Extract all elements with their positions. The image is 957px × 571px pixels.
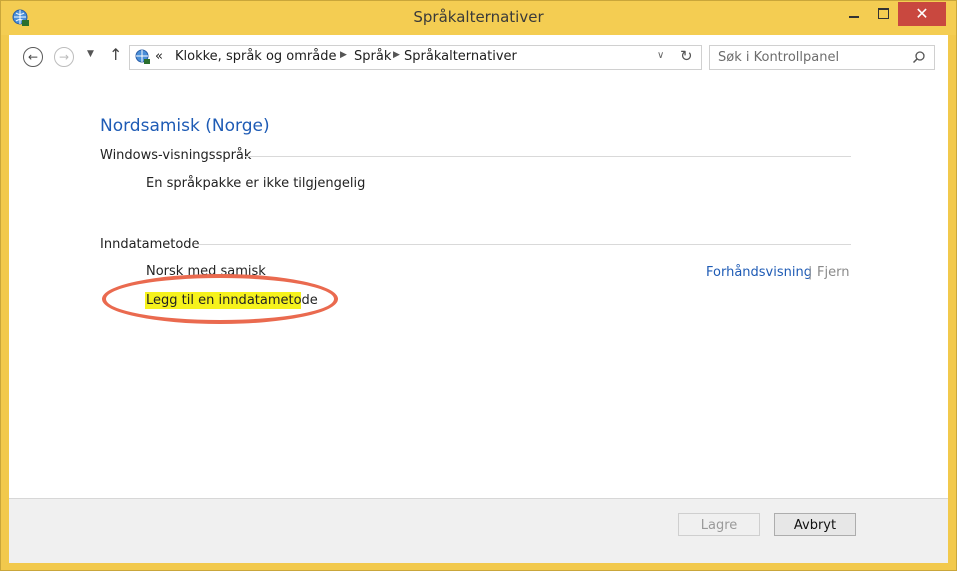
recent-locations-dropdown[interactable]: ▼ xyxy=(87,49,94,59)
footer-bar: Lagre Avbryt xyxy=(9,498,948,563)
search-icon[interactable] xyxy=(912,50,926,64)
display-language-section-label: Windows-visningsspråk xyxy=(100,148,252,163)
annotation-ellipse xyxy=(102,274,338,324)
back-button[interactable]: ← xyxy=(23,47,43,67)
address-bar[interactable]: « Klokke, språk og område ▶ Språk ▶ Språ… xyxy=(129,45,702,70)
preview-link[interactable]: Forhåndsvisning xyxy=(706,265,812,280)
breadcrumb-clock-language-region[interactable]: Klokke, språk og område xyxy=(175,49,336,64)
refresh-icon[interactable]: ↻ xyxy=(680,47,693,65)
address-dropdown-icon[interactable]: ∨ xyxy=(657,50,664,61)
maximize-button[interactable] xyxy=(869,2,897,26)
navigation-bar: ← → ▼ ↑ « Klokke, språk og område ▶ Språ… xyxy=(9,35,948,79)
breadcrumb-separator-icon[interactable]: ▶ xyxy=(393,50,400,60)
close-button[interactable]: ✕ xyxy=(898,2,946,26)
control-panel-icon xyxy=(135,49,150,64)
language-pack-status: En språkpakke er ikke tilgjengelig xyxy=(146,176,366,191)
save-button[interactable]: Lagre xyxy=(678,513,760,536)
link-separator: | xyxy=(808,265,813,280)
section-divider xyxy=(194,244,851,245)
forward-button[interactable]: → xyxy=(54,47,74,67)
breadcrumb-language-options[interactable]: Språkalternativer xyxy=(404,49,517,64)
cancel-button[interactable]: Avbryt xyxy=(774,513,856,536)
breadcrumb-separator-icon[interactable]: ▶ xyxy=(340,50,347,60)
search-box[interactable] xyxy=(709,45,935,70)
language-heading: Nordsamisk (Norge) xyxy=(100,116,270,136)
remove-link[interactable]: Fjern xyxy=(817,265,849,280)
forward-arrow-icon: → xyxy=(58,50,70,64)
back-arrow-icon: ← xyxy=(27,50,39,64)
section-divider xyxy=(245,156,851,157)
input-method-section-label: Inndatametode xyxy=(100,237,200,252)
close-icon: ✕ xyxy=(915,4,929,23)
breadcrumb-overflow[interactable]: « xyxy=(155,49,163,64)
breadcrumb-language[interactable]: Språk xyxy=(354,49,391,64)
minimize-button[interactable] xyxy=(840,2,868,26)
window-title: Språkalternativer xyxy=(413,8,544,26)
search-input[interactable] xyxy=(716,48,900,67)
client-area: ← → ▼ ↑ « Klokke, språk og område ▶ Språ… xyxy=(9,35,948,563)
up-button[interactable]: ↑ xyxy=(109,45,122,64)
title-bar[interactable]: Språkalternativer ✕ xyxy=(1,1,956,35)
window-frame: Språkalternativer ✕ ← → ▼ ↑ « Klokke, sp… xyxy=(0,0,957,571)
